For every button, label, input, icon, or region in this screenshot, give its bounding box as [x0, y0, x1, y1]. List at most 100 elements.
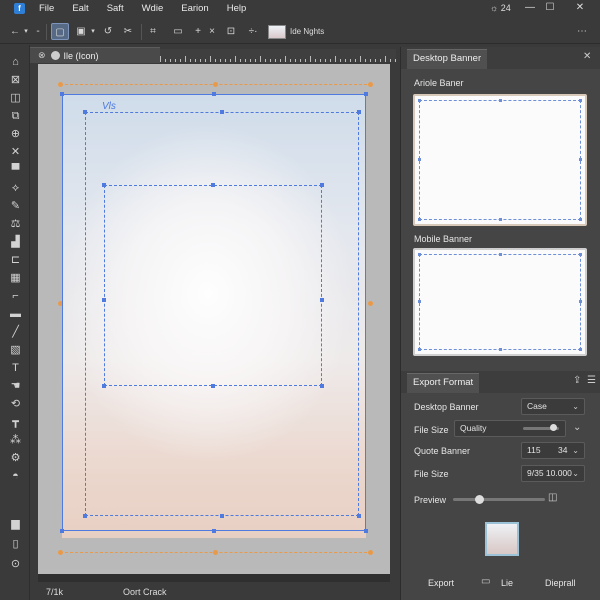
safe-area-handle[interactable] [357, 514, 361, 518]
preview-slider[interactable] [453, 498, 545, 501]
frame-tool-icon[interactable]: ▧ [8, 343, 23, 357]
zoom-readout[interactable]: 7/1k [46, 587, 63, 597]
content-handle[interactable] [102, 384, 106, 388]
grid-icon[interactable]: ⊡ [224, 23, 238, 40]
path-icon[interactable]: ⊕ [8, 127, 23, 141]
selection-handle[interactable] [60, 92, 64, 96]
guide-handle[interactable] [213, 550, 218, 555]
brush-icon[interactable]: ✎ [8, 199, 23, 213]
selection-handle[interactable] [364, 92, 368, 96]
guide-handle[interactable] [368, 550, 373, 555]
preview2-card[interactable] [413, 248, 587, 356]
app-logo[interactable]: f [14, 3, 25, 14]
split-view-icon[interactable]: ◫ [548, 492, 557, 503]
format-select[interactable]: Case ⌄ [521, 398, 585, 415]
selection-handle[interactable] [364, 529, 368, 533]
back-chevron-icon[interactable]: ▾ [22, 23, 30, 40]
tab-close-icon[interactable]: ⊗ [38, 50, 46, 61]
content-handle[interactable] [320, 298, 324, 302]
type-icon[interactable]: T [8, 361, 23, 375]
toolbar-dash-icon[interactable]: - [34, 23, 42, 40]
share-icon[interactable]: ⇪ [573, 375, 581, 386]
preset-dropdown[interactable]: Ide Nghts [290, 23, 324, 40]
preset-thumbnail[interactable] [268, 25, 286, 39]
frame-icon[interactable]: ▣ [73, 23, 89, 40]
menu-window[interactable]: Earion [181, 3, 208, 14]
preview1-card[interactable] [413, 94, 587, 226]
document-tab[interactable]: ⊗ Ile (Icon) [30, 47, 160, 63]
scale-icon[interactable]: ⚖ [8, 217, 23, 231]
crop-icon[interactable]: ⌗ [146, 23, 160, 40]
content-handle[interactable] [211, 384, 215, 388]
panel-menu-icon[interactable]: ☰ [587, 375, 596, 386]
content-handle[interactable] [320, 384, 324, 388]
content-handle[interactable] [102, 298, 106, 302]
chat-icon[interactable]: ▆ [8, 517, 23, 531]
fill-icon[interactable]: ▬ [8, 307, 23, 321]
export-preview-thumbnail[interactable] [485, 522, 519, 556]
device-preview-icon[interactable]: ▭ [481, 576, 490, 587]
layers-icon[interactable]: ⧉ [8, 109, 23, 123]
guide-handle[interactable] [368, 82, 373, 87]
chevron-down-icon[interactable]: ⌄ [573, 422, 581, 433]
chart-icon[interactable]: ▟ [8, 235, 23, 249]
rotate-icon[interactable]: ↺ [101, 23, 115, 40]
move-icon[interactable]: ÷· [244, 23, 262, 40]
guide-handle[interactable] [213, 82, 218, 87]
pin-icon[interactable]: ┳ [8, 415, 23, 429]
cross-icon[interactable]: ✕ [8, 145, 23, 159]
content-handle[interactable] [211, 183, 215, 187]
dimension-field[interactable]: 115 34 ⌄ [521, 442, 585, 459]
canvas-area[interactable] [38, 64, 390, 574]
shape-icon[interactable]: ◫ [8, 91, 23, 105]
pen-icon[interactable]: ╱ [8, 325, 23, 339]
guide-handle[interactable] [368, 301, 373, 306]
transform-icon[interactable]: ⊠ [8, 73, 23, 87]
link-icon[interactable]: ⟡ [8, 181, 23, 195]
hand-icon[interactable]: ☚ [8, 379, 23, 393]
menu-select[interactable]: Saft [107, 3, 124, 14]
lie-button[interactable]: Lie [501, 578, 513, 588]
safe-area-handle[interactable] [83, 514, 87, 518]
plus-icon[interactable]: + [192, 23, 204, 40]
scissors-icon[interactable]: ✂ [121, 23, 135, 40]
artboard-tool-icon[interactable]: ▢ [51, 23, 69, 40]
menu-edit[interactable]: Ealt [72, 3, 88, 14]
crop-tool-icon[interactable]: ⊏ [8, 253, 23, 267]
maximize-icon[interactable]: ☐ [540, 1, 560, 15]
menu-file[interactable]: File [39, 3, 54, 14]
close-icon[interactable]: ✕ [570, 1, 590, 15]
back-arrow-icon[interactable]: ← [8, 23, 22, 40]
horizontal-ruler[interactable] [160, 49, 396, 62]
deploy-button[interactable]: Dieprall [545, 578, 576, 588]
comment-icon[interactable]: ▀ [8, 163, 23, 177]
frame-chevron-icon[interactable]: ▾ [89, 23, 97, 40]
safe-area-handle[interactable] [357, 110, 361, 114]
zoom-icon[interactable]: ⊙ [8, 557, 23, 571]
selection-handle[interactable] [212, 529, 216, 533]
content-frame[interactable] [104, 185, 322, 386]
preview-slider-thumb[interactable] [474, 495, 484, 504]
panel-collapse-icon[interactable]: ✕ [583, 51, 591, 62]
more-icon[interactable]: ⋯ [574, 23, 590, 40]
safe-area-handle[interactable] [220, 110, 224, 114]
group-icon[interactable]: ⁂ [8, 433, 23, 447]
content-handle[interactable] [102, 183, 106, 187]
eyedropper-icon[interactable]: ⌐ [8, 289, 23, 303]
minimize-icon[interactable]: — [520, 1, 540, 15]
times-icon[interactable]: × [206, 23, 218, 40]
tab-desktop-banner[interactable]: Desktop Banner [407, 49, 488, 69]
guide-handle[interactable] [58, 550, 63, 555]
mask-icon[interactable]: ◓ [8, 469, 23, 483]
canvas-scrollbar[interactable] [38, 574, 390, 582]
home-icon[interactable]: ⌂ [8, 55, 23, 69]
settings-icon[interactable]: ⚙ [8, 451, 23, 465]
menu-help[interactable]: Help [227, 3, 247, 14]
safe-area-handle[interactable] [83, 110, 87, 114]
selection-handle[interactable] [212, 92, 216, 96]
content-handle[interactable] [320, 183, 324, 187]
guide-handle[interactable] [58, 82, 63, 87]
file-size-field[interactable]: 9/35 10.000 ⌄ [521, 465, 585, 482]
tab-export-format[interactable]: Export Format [407, 373, 480, 393]
rotate-view-icon[interactable]: ⟲ [8, 397, 23, 411]
